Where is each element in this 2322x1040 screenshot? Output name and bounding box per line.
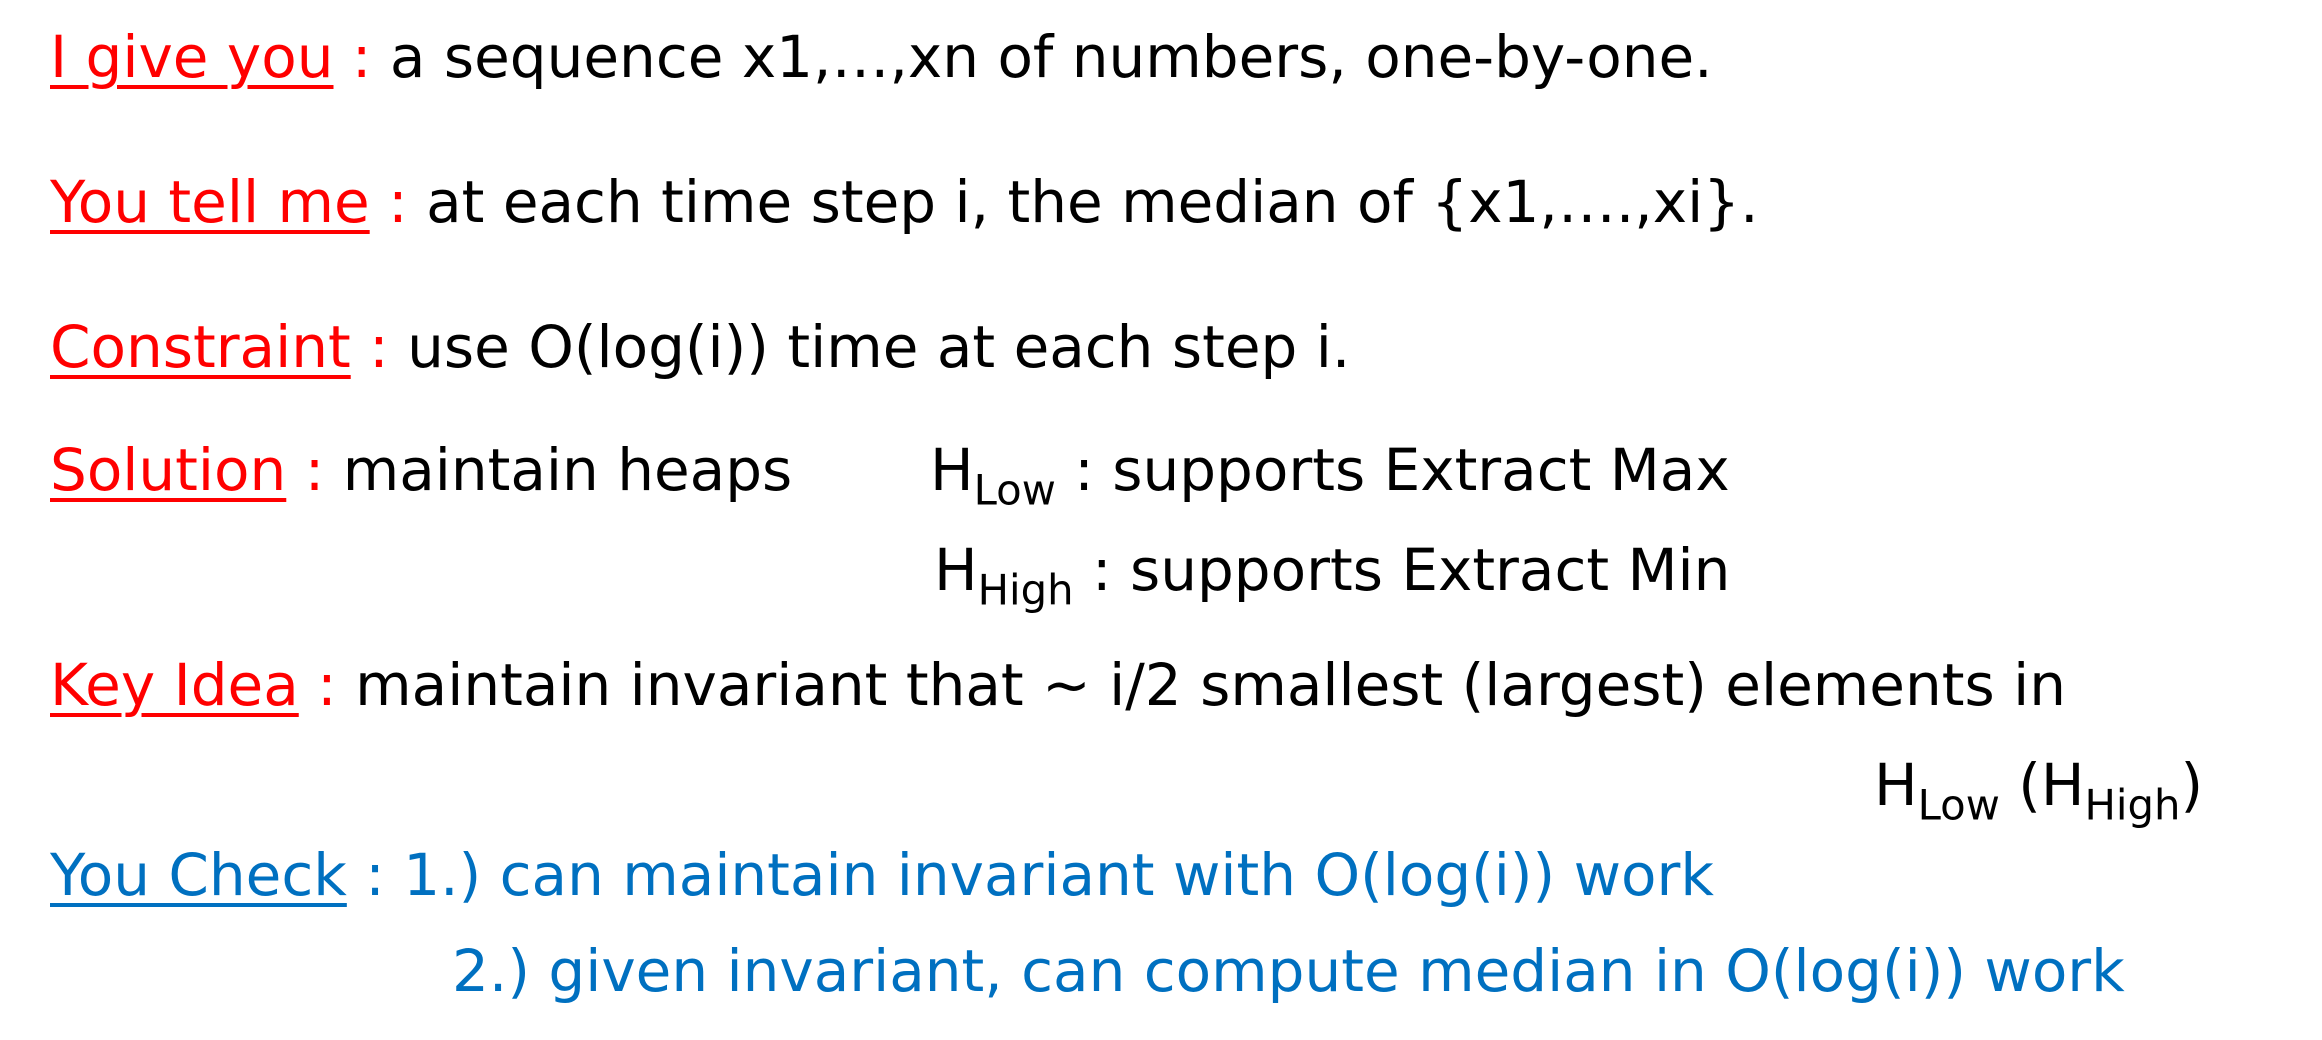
- label-constraint: Constraint: [50, 313, 351, 381]
- label-i-give-you: I give you: [50, 23, 334, 91]
- colon: :: [298, 651, 337, 719]
- text-key-idea: maintain invariant that ~ i/2 smallest (…: [336, 651, 2067, 719]
- heap-high-base: H: [934, 536, 978, 604]
- line-key-idea: Key Idea : maintain invariant that ~ i/2…: [50, 656, 2066, 714]
- colon: :: [369, 168, 408, 236]
- heap-low-subscript: Low: [1917, 780, 2000, 830]
- colon: :: [350, 313, 389, 381]
- closing-paren: ): [2180, 751, 2204, 819]
- heap-high-subscript: High: [2084, 780, 2181, 830]
- text-you-tell-me: at each time step i, the median of {x1,……: [407, 168, 1759, 236]
- label-key-idea: Key Idea: [50, 651, 299, 719]
- line-i-give-you: I give you : a sequence x1,…,xn of numbe…: [50, 28, 1713, 86]
- line-you-check-2: 2.) given invariant, can compute median …: [452, 942, 2125, 1000]
- label-you-check: You Check: [50, 841, 347, 909]
- heap-low-desc: : supports Extract Max: [1055, 436, 1730, 504]
- heap-low-subscript: Low: [973, 465, 1056, 515]
- text-you-check-1: : 1.) can maintain invariant with O(log(…: [346, 841, 1714, 909]
- label-solution: Solution: [50, 436, 287, 504]
- heap-low-base: H: [930, 436, 974, 504]
- text-constraint: use O(log(i)) time at each step i.: [388, 313, 1351, 381]
- heap-high-desc: : supports Extract Min: [1073, 536, 1731, 604]
- heap-low-line: HLow : supports Extract Max: [930, 441, 1730, 511]
- line-constraint: Constraint : use O(log(i)) time at each …: [50, 318, 1350, 376]
- colon: :: [286, 436, 325, 504]
- text-solution: maintain heaps: [324, 436, 793, 504]
- text-i-give-you: a sequence x1,…,xn of numbers, one-by-on…: [371, 23, 1713, 91]
- line-solution: Solution : maintain heaps: [50, 441, 792, 499]
- paren-heap-high: (H: [1999, 751, 2085, 819]
- label-you-tell-me: You tell me: [50, 168, 370, 236]
- colon: :: [333, 23, 372, 91]
- line-you-check: You Check : 1.) can maintain invariant w…: [50, 846, 1714, 904]
- text-you-check-2: 2.) given invariant, can compute median …: [452, 937, 2125, 1005]
- line-you-tell-me: You tell me : at each time step i, the m…: [50, 173, 1759, 231]
- heap-low-base: H: [1874, 751, 1918, 819]
- heap-high-subscript: High: [977, 565, 1074, 615]
- key-idea-continuation: HLow (HHigh): [1874, 756, 2203, 826]
- heap-high-line: HHigh : supports Extract Min: [934, 541, 1730, 611]
